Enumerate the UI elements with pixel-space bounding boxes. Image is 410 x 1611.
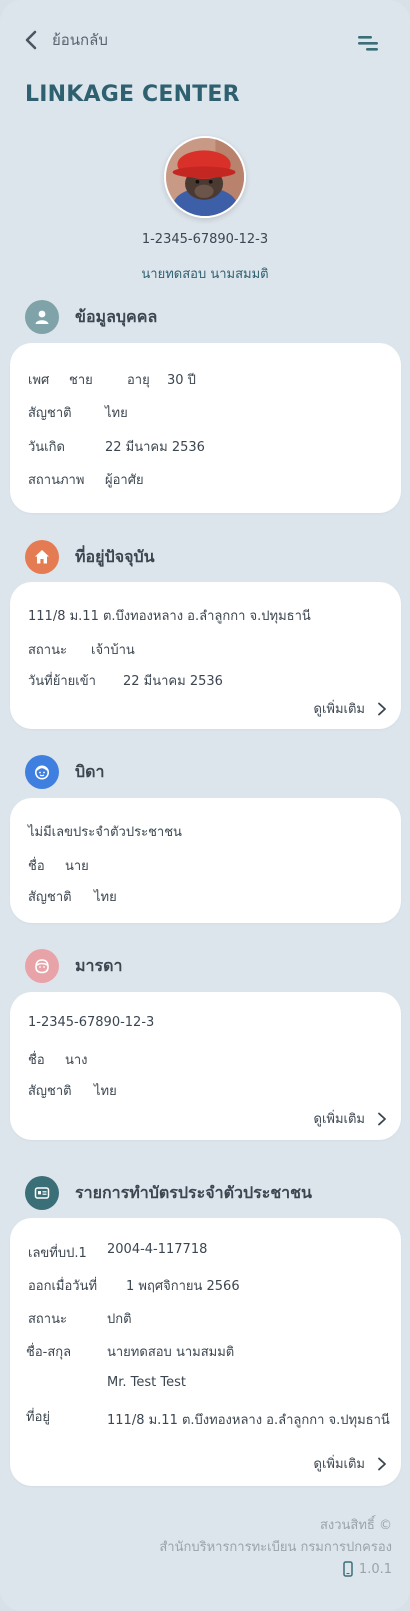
chevron-right-icon [378, 1112, 386, 1125]
address-status-value: เจ้าบ้าน [91, 643, 135, 658]
home-icon [25, 540, 59, 574]
birthdate-label: วันเกิด [28, 440, 65, 455]
card-status-value: ปกติ [107, 1312, 132, 1327]
mother-nationality-value: ไทย [94, 1084, 117, 1099]
gender-row: เพศ ชาย อายุ 30 ปี [28, 369, 196, 390]
request-value: 2004-4-117718 [107, 1242, 208, 1257]
menu-icon[interactable] [356, 32, 380, 52]
org-text: สำนักบริหารการทะเบียน กรมการปกครอง [159, 1540, 392, 1555]
issued-label: ออกเมื่อวันที่ [28, 1279, 98, 1294]
card-address-value: 111/8 ม.11 ต.บึงทองหลาง อ.ลำลูกกา จ.ปทุม… [107, 1413, 390, 1428]
request-row: เลขที่บป.1 2004-4-117718 [28, 1242, 207, 1263]
card-fullname-row: ชื่อ-สกุล นายทดสอบ นามสมมติ [26, 1341, 234, 1362]
mother-face-icon [25, 949, 59, 983]
father-name-label: ชื่อ [28, 859, 45, 874]
issued-row: ออกเมื่อวันที่ 1 พฤศจิกายน 2566 [28, 1275, 240, 1296]
avatar-image [166, 138, 244, 216]
address-card: 111/8 ม.11 ต.บึงทองหลาง อ.ลำลูกกา จ.ปทุม… [10, 582, 401, 729]
age-value: 30 ปี [167, 373, 196, 388]
card-status-label: สถานะ [28, 1312, 67, 1327]
version-text: 1.0.1 [358, 1561, 392, 1577]
address-text: 111/8 ม.11 ต.บึงทองหลาง อ.ลำลูกกา จ.ปทุม… [28, 609, 311, 624]
father-id-text: ไม่มีเลขประจำตัวประชาชน [28, 825, 182, 840]
mother-nationality-row: สัญชาติ ไทย [28, 1080, 117, 1101]
card-status-row: สถานะ ปกติ [28, 1308, 132, 1329]
mother-nationality-label: สัญชาติ [28, 1084, 72, 1099]
address-status-label: สถานะ [28, 643, 67, 658]
chevron-left-icon [25, 30, 37, 50]
address-more-button[interactable]: ดูเพิ่มเติม [314, 698, 387, 719]
profile-id-number: 1-2345-67890-12-3 [141, 232, 269, 247]
version-row: 1.0.1 [343, 1561, 392, 1577]
chevron-right-icon [378, 1457, 386, 1470]
person-icon [25, 300, 59, 334]
residency-label: สถานภาพ [28, 473, 85, 488]
residency-row: สถานภาพ ผู้อาศัย [28, 469, 144, 490]
movein-value: 22 มีนาคม 2536 [123, 674, 223, 689]
father-name-row: ชื่อ นาย [28, 855, 89, 876]
chevron-right-icon [378, 702, 386, 715]
idcard-more-button[interactable]: ดูเพิ่มเติม [314, 1453, 387, 1474]
back-button[interactable]: ย้อนกลับ [22, 28, 108, 52]
father-face-icon [25, 755, 59, 789]
nationality-value: ไทย [105, 406, 128, 421]
personal-card: เพศ ชาย อายุ 30 ปี สัญชาติ ไทย วันเกิด 2… [10, 343, 401, 513]
app-screen: ย้อนกลับ LINKAGE CENTER 1-2345-67890-12-… [0, 0, 410, 1611]
top-bar: ย้อนกลับ [0, 22, 410, 62]
gender-value: ชาย [69, 373, 93, 388]
birthdate-row: วันเกิด 22 มีนาคม 2536 [28, 436, 205, 457]
copyright-text: สงวนสิทธิ์ © [319, 1518, 392, 1533]
card-fullname-label: ชื่อ-สกุล [26, 1345, 72, 1360]
idcard-card: เลขที่บป.1 2004-4-117718 ออกเมื่อวันที่ … [10, 1218, 401, 1486]
id-card-icon [25, 1176, 59, 1210]
gender-label: เพศ [28, 373, 50, 388]
nationality-row: สัญชาติ ไทย [28, 402, 128, 423]
mother-more-button[interactable]: ดูเพิ่มเติม [314, 1108, 387, 1129]
section-father-header: บิดา [25, 755, 105, 789]
nationality-label: สัญชาติ [28, 406, 72, 421]
profile-name: นายทดสอบ นามสมมติ [141, 267, 269, 282]
father-nationality-value: ไทย [94, 890, 117, 905]
section-idcard-title: รายการทำบัตรประจำตัวประชาชน [75, 1182, 312, 1202]
movein-row: วันที่ย้ายเข้า 22 มีนาคม 2536 [28, 670, 223, 691]
mother-name-value: นาง [65, 1053, 88, 1068]
father-nationality-label: สัญชาติ [28, 890, 72, 905]
section-address-header: ที่อยู่ปัจจุบัน [25, 540, 155, 574]
issued-value: 1 พฤศจิกายน 2566 [126, 1279, 240, 1294]
movein-label: วันที่ย้ายเข้า [28, 674, 96, 689]
mother-name-row: ชื่อ นาง [28, 1049, 88, 1070]
page-title: LINKAGE CENTER [25, 82, 240, 107]
idcard-more-label: ดูเพิ่มเติม [313, 1457, 365, 1472]
birthdate-value: 22 มีนาคม 2536 [105, 440, 205, 455]
mother-card: 1-2345-67890-12-3 ชื่อ นาง สัญชาติ ไทย ด… [10, 992, 401, 1140]
father-card: ไม่มีเลขประจำตัวประชาชน ชื่อ นาย สัญชาติ… [10, 798, 401, 923]
card-fullname-en: Mr. Test Test [107, 1375, 186, 1390]
mother-more-label: ดูเพิ่มเติม [313, 1112, 365, 1127]
mother-id-text: 1-2345-67890-12-3 [28, 1015, 155, 1030]
avatar [164, 136, 246, 218]
address-more-label: ดูเพิ่มเติม [313, 702, 365, 717]
card-address-row: ที่อยู่ 111/8 ม.11 ต.บึงทองหลาง อ.ลำลูกก… [26, 1406, 390, 1428]
section-personal-title: ข้อมูลบุคคล [75, 306, 158, 326]
section-idcard-header: รายการทำบัตรประจำตัวประชาชน [25, 1176, 312, 1210]
age-label: อายุ [127, 373, 150, 388]
section-mother-header: มารดา [25, 949, 123, 983]
section-mother-title: มารดา [75, 955, 123, 975]
mother-name-label: ชื่อ [28, 1053, 45, 1068]
request-label: เลขที่บป.1 [28, 1246, 87, 1261]
section-address-title: ที่อยู่ปัจจุบัน [75, 546, 155, 566]
residency-value: ผู้อาศัย [105, 473, 144, 488]
card-fullname-th: นายทดสอบ นามสมมติ [107, 1345, 235, 1360]
card-address-label: ที่อยู่ [26, 1410, 50, 1425]
address-status-row: สถานะ เจ้าบ้าน [28, 639, 135, 660]
phone-icon [343, 1561, 353, 1577]
father-name-value: นาย [65, 859, 89, 874]
back-label: ย้อนกลับ [52, 31, 108, 49]
section-personal-header: ข้อมูลบุคคล [25, 300, 157, 334]
father-nationality-row: สัญชาติ ไทย [28, 886, 117, 907]
section-father-title: บิดา [75, 761, 105, 781]
